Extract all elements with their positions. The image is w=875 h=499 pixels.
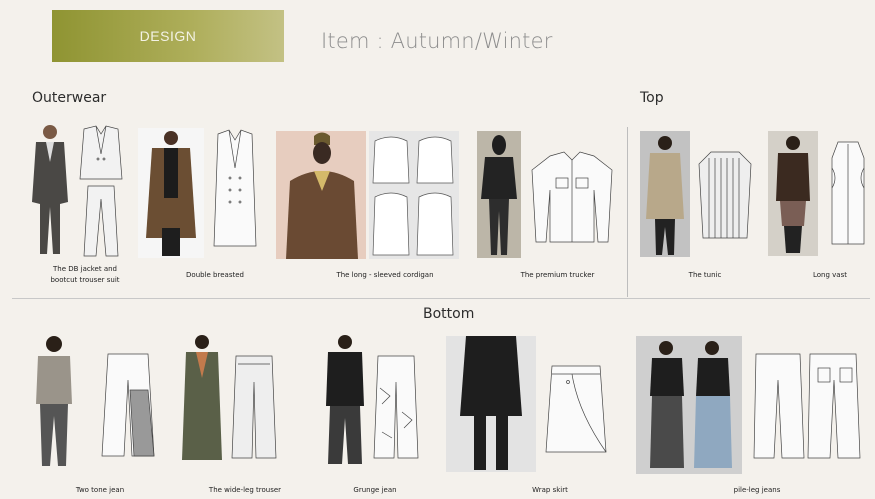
wrap-skirt-caption: Wrap skirt	[532, 486, 568, 494]
long-vest-photo	[768, 131, 818, 256]
cardigan-photo	[276, 131, 366, 259]
pile-leg-jeans-sketch	[752, 350, 862, 462]
two-tone-jean-caption: Two tone jean	[75, 486, 125, 494]
double-breasted-photo	[138, 128, 204, 258]
trucker-photo	[477, 131, 521, 258]
wide-leg-trouser-photo	[178, 332, 226, 470]
section-title-outerwear: Outerwear	[32, 90, 107, 106]
long-vest-sketch	[828, 138, 868, 250]
long-vest-caption: Long vast	[813, 271, 847, 279]
section-divider-vertical	[627, 127, 628, 297]
trucker-sketch	[528, 150, 616, 250]
page-title: Item : Autumn/Winter	[321, 29, 553, 53]
wide-leg-trouser-sketch	[230, 352, 278, 462]
double-breasted-sketch	[210, 128, 260, 258]
pile-leg-jeans-caption: pile-leg jeans	[733, 486, 781, 494]
two-tone-jean-photo	[26, 332, 82, 474]
db-jacket-photo	[26, 122, 74, 257]
design-tab-label: DESIGN	[139, 28, 197, 44]
design-tab: DESIGN	[52, 10, 284, 62]
pile-leg-jeans-photo	[636, 336, 742, 474]
db-jacket-sketch	[78, 124, 124, 259]
tunic-caption: The tunic	[688, 271, 722, 279]
grunge-jean-caption: Grunge jean	[353, 486, 397, 494]
wrap-skirt-sketch	[544, 362, 608, 456]
section-title-bottom: Bottom	[423, 306, 475, 322]
tunic-sketch	[695, 148, 755, 243]
section-divider-horizontal	[12, 298, 870, 299]
two-tone-jean-sketch	[100, 350, 156, 460]
double-breasted-caption: Double breasted	[186, 271, 244, 279]
grunge-jean-sketch	[372, 352, 420, 462]
wrap-skirt-photo	[446, 336, 536, 472]
wide-leg-trouser-caption: The wide-leg trouser	[208, 486, 282, 494]
trucker-caption: The premium trucker	[520, 271, 595, 279]
section-title-top: Top	[640, 90, 664, 106]
db-jacket-caption: The DB jacket and bootcut trouser suit	[50, 265, 120, 284]
grunge-jean-photo	[318, 332, 372, 470]
tunic-photo	[640, 131, 690, 257]
cardigan-sketch	[369, 131, 459, 259]
cardigan-caption: The long - sleeved cordigan	[336, 271, 434, 279]
